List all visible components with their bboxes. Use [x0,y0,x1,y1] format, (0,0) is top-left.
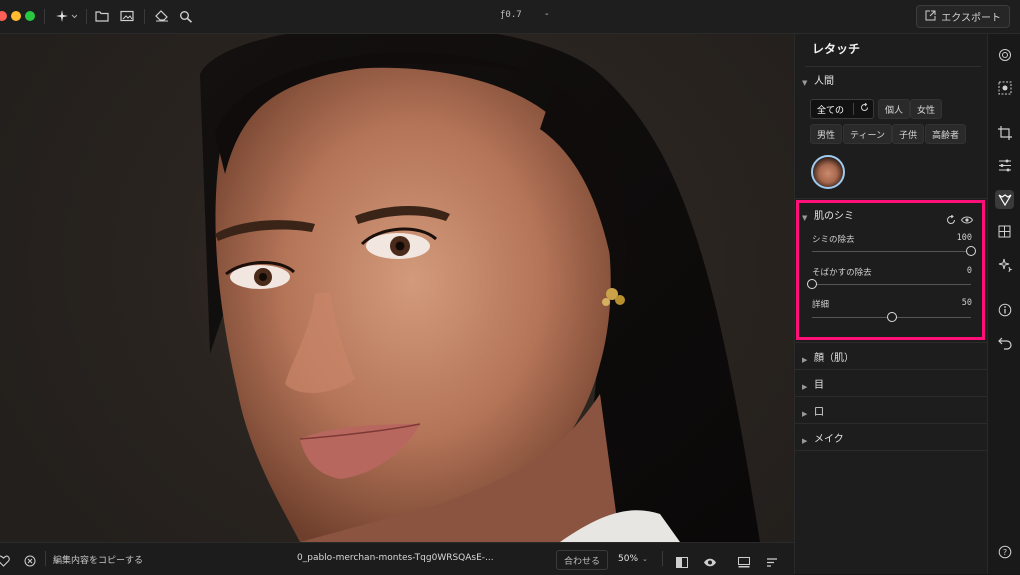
section-label: 肌のシミ [814,210,854,222]
zoom-dropdown[interactable]: 50% ⌄ [612,550,654,568]
heart-icon[interactable] [0,552,10,571]
version-label: ƒ0.7 [500,10,522,20]
portrait-photo [200,34,760,542]
detail-slider[interactable] [812,312,971,322]
top-toolbar: ƒ0.7 - エクスポート [0,0,1020,34]
section-people[interactable]: ▼ 人間 [795,66,988,92]
face-avatar[interactable] [811,155,845,189]
magnifier-icon[interactable] [177,8,195,24]
export-button[interactable]: エクスポート [916,5,1010,28]
section-label: 人間 [814,75,834,87]
freckle-removal-slider[interactable] [807,279,971,289]
toolbar-divider [44,9,45,24]
section-face-skin[interactable]: ▶ 顔（肌） [795,343,988,370]
bottom-bar: 編集内容をコピーする 0_pablo-merchan-montes-Tqg0WR… [0,542,794,575]
eraser-icon[interactable] [153,8,171,24]
bottom-divider [662,551,663,566]
compare-icon[interactable] [676,553,688,572]
chip-male[interactable]: 男性 [810,124,843,144]
chevron-down-icon: ⌄ [642,555,648,563]
slider-thumb[interactable] [886,312,897,322]
help-icon[interactable]: ? [996,543,1013,560]
section-label: 顔（肌） [814,352,854,364]
info-icon[interactable] [996,301,1013,318]
slider-label: シミの除去 [812,235,855,245]
chip-label: 全ての [817,105,845,116]
sparkle-icon[interactable] [996,256,1013,273]
slider-label: そばかすの除去 [812,268,872,278]
panel-title: レタッチ [812,42,861,56]
copy-edits-button[interactable]: 編集内容をコピーする [53,553,143,566]
zoom-label: 50% [618,554,639,564]
slider-value: 0 [966,266,972,276]
chip-label: 子供 [899,130,918,141]
fit-button[interactable]: 合わせる [556,550,609,570]
slider-label: 詳細 [812,300,830,310]
filename-label: 0_pablo-merchan-montes-Tqg0WRSQAsE-... [297,553,494,563]
toolbar-divider [144,9,145,24]
export-icon [925,10,936,24]
adjust-sliders-icon[interactable] [996,157,1013,174]
layers-icon[interactable] [996,46,1013,63]
section-mouth[interactable]: ▶ 口 [795,397,988,424]
filmstrip-icon[interactable] [738,553,750,572]
section-label: 目 [814,379,824,391]
folder-icon[interactable] [93,8,111,24]
slider-thumb[interactable] [966,246,976,256]
slider-thumb[interactable] [807,279,817,289]
chip-individual[interactable]: 個人 [878,99,911,119]
section-makeup[interactable]: ▶ メイク [795,424,988,451]
tool-rail: ? [987,34,1020,574]
sort-icon[interactable] [766,553,778,572]
undo-history-icon[interactable] [996,334,1013,351]
section-skin-blemish[interactable]: ▼ 肌のシミ [795,201,988,227]
chip-all[interactable]: 全ての [810,99,875,119]
chip-label: 高齢者 [932,130,960,141]
reset-icon[interactable] [860,102,869,115]
section-label: 口 [814,406,824,418]
chip-teen[interactable]: ティーン [843,124,893,144]
select-subject-icon[interactable] [996,79,1013,96]
chip-female[interactable]: 女性 [910,99,943,119]
fit-label: 合わせる [564,556,601,567]
chip-child[interactable]: 子供 [892,124,925,144]
reject-icon[interactable] [24,552,36,571]
minimize-window-button[interactable] [11,11,21,21]
svg-text:?: ? [1002,548,1006,557]
chip-label: 女性 [917,105,936,116]
close-window-button[interactable] [0,11,7,21]
section-label: メイク [814,433,844,445]
zoom-window-button[interactable] [25,11,35,21]
blemish-removal-slider[interactable] [812,246,976,256]
chip-label: 個人 [885,105,904,116]
magic-enhance-icon[interactable] [54,8,78,24]
title-placeholder: - [545,9,549,20]
chip-label: 男性 [817,130,836,141]
retouch-panel: レタッチ ▼ 人間 全ての 個人 女性 男性 ティーン 子供 高齢者 ▼ 肌のシ… [794,34,988,574]
eye-icon[interactable] [703,553,717,572]
crop-icon[interactable] [996,124,1013,141]
grid-texture-icon[interactable] [996,223,1013,240]
retouch-face-icon[interactable] [995,190,1014,209]
slider-value: 100 [956,233,972,243]
eye-icon[interactable] [960,210,974,229]
slider-value: 50 [961,298,972,308]
section-eyes[interactable]: ▶ 目 [795,370,988,397]
photo-canvas[interactable] [0,34,794,542]
section-divider [795,198,988,199]
bottom-divider [45,551,46,566]
export-label: エクスポート [941,13,1001,24]
image-import-icon[interactable] [118,8,136,24]
toolbar-divider [86,9,87,24]
chip-label: ティーン [850,130,886,141]
chip-senior[interactable]: 高齢者 [925,124,967,144]
reset-icon[interactable] [946,210,956,229]
